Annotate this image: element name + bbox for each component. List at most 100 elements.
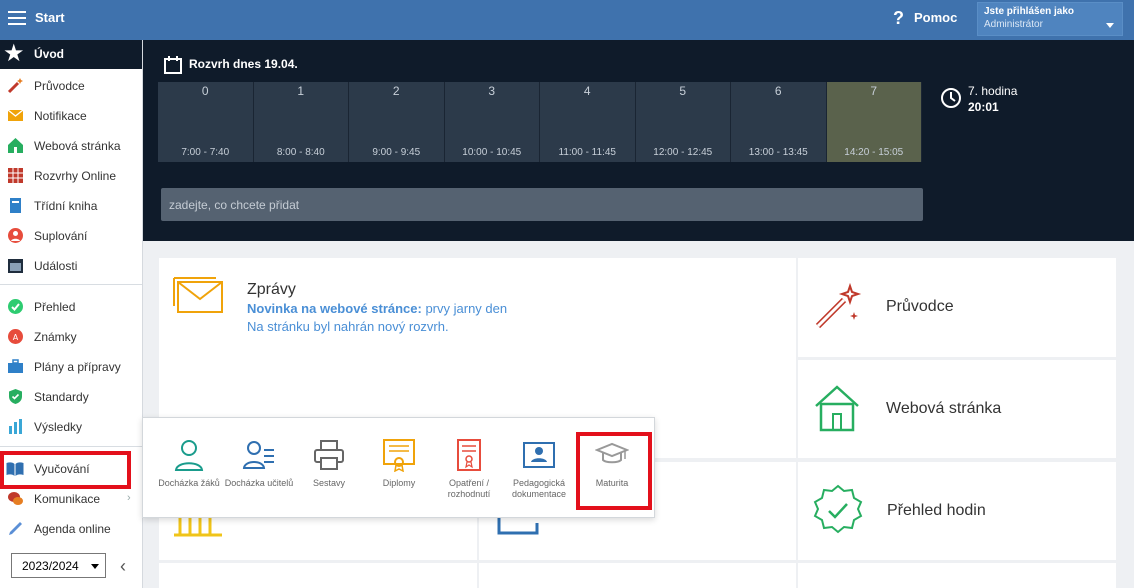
envelope-icon (173, 277, 223, 313)
sidebar-item-label: Webová stránka (34, 139, 121, 153)
period-number: 1 (297, 84, 305, 98)
printer-icon (314, 440, 344, 470)
user-label: Jste přihlášen jako (984, 6, 1075, 17)
submenu-item-label: Diplomy (382, 478, 416, 488)
sidebar-item-pruvodce[interactable]: Průvodce (0, 71, 142, 99)
today-schedule: Rozvrh dnes 19.04. 0 7:00 - 7:40 1 8:00 - … (143, 40, 1134, 241)
period-time: 9:00 - 9:45 (372, 147, 421, 158)
period-number: 6 (774, 84, 782, 98)
period-number: 0 (201, 84, 209, 98)
sidebar-item-label: Známky (34, 330, 77, 344)
star-icon: ★ (3, 40, 25, 67)
tile-bottom-middle[interactable] (479, 563, 796, 588)
period-number: 5 (679, 84, 687, 98)
magic-wand-icon (815, 282, 862, 329)
sidebar-item-vysledky[interactable]: Výsledky (0, 412, 142, 440)
sidebar-item-tridni-kniha[interactable]: Třídní kniha (0, 191, 142, 219)
book-icon (10, 198, 21, 213)
sidebar-item-udalosti[interactable]: Události (0, 251, 142, 279)
check-badge-icon (813, 484, 863, 534)
magic-wand-icon (7, 78, 23, 94)
message-link[interactable]: Na stránku byl nahrán nový rozvrh. (247, 319, 449, 334)
sidebar-item-rozvrhy-online[interactable]: Rozvrhy Online (0, 161, 142, 189)
school-year-value: 2023/2024 (22, 559, 79, 573)
message-source: Novinka na webové stránce: (247, 301, 422, 316)
calendar-icon (164, 56, 182, 74)
period-cell[interactable]: 3 10:00 - 10:45 (444, 82, 540, 162)
messages-title: Zprávy (247, 281, 296, 298)
chat-bubbles-icon (8, 492, 23, 505)
sidebar-item-label: Plány a přípravy (34, 360, 121, 374)
chevron-right-icon: › (127, 492, 131, 504)
sidebar-item-komunikace[interactable]: Komunikace › (0, 484, 142, 512)
menu-icon[interactable] (8, 11, 26, 25)
submenu-item-label: Docházka žáků (158, 478, 220, 488)
submenu-item-pedagogicka-dokumentace[interactable]: Pedagogická dokumentace (503, 438, 575, 500)
period-number: 2 (392, 84, 400, 98)
sidebar-item-prehled[interactable]: Přehled (0, 292, 142, 320)
period-cell[interactable]: 5 12:00 - 12:45 (635, 82, 731, 162)
sidebar-item-plany[interactable]: Plány a přípravy (0, 352, 142, 380)
period-time: 10:00 - 10:45 (462, 147, 522, 158)
tile-bottom-left[interactable] (159, 563, 477, 588)
sidebar-item-znamky[interactable]: A Známky (0, 322, 142, 350)
help-link[interactable]: Pomoc (914, 10, 957, 25)
document-icon (497, 515, 539, 535)
submenu-item-opatreni[interactable]: Opatření / rozhodnutí (433, 438, 505, 500)
message-link[interactable]: Novinka na webové stránce: prvy jarny de… (247, 301, 507, 316)
tile-title: Webová stránka (886, 400, 1002, 417)
calendar-icon (8, 259, 23, 273)
period-list: 0 7:00 - 7:40 1 8:00 - 8:40 2 9:00 - 9:45 3… (158, 82, 922, 162)
student-icon (174, 440, 204, 471)
svg-text:A: A (13, 333, 19, 342)
period-number: 7 (870, 84, 878, 98)
user-dropdown[interactable]: Jste přihlášen jako Administrátor (977, 2, 1123, 36)
collapse-sidebar-icon[interactable]: ‹ (120, 556, 126, 577)
school-year-select[interactable]: 2023/2024 (11, 553, 106, 578)
teacher-list-icon (242, 441, 274, 469)
sidebar-item-label: Agenda online (34, 522, 111, 536)
sidebar-item-label: Průvodce (34, 79, 85, 93)
shield-icon (9, 389, 22, 404)
submenu-item-dochazka-ucitelu[interactable]: Docházka učitelů (223, 438, 295, 489)
sidebar-item-webova-stranka[interactable]: Webová stránka (0, 131, 142, 159)
quick-add-input[interactable]: zadejte, co chcete přidat (161, 188, 923, 221)
pencil-icon (9, 522, 22, 535)
submenu-item-label: Opatření / rozhodnutí (447, 478, 491, 499)
sidebar-item-label: Rozvrhy Online (34, 169, 117, 183)
grade-icon: A (8, 329, 23, 344)
submenu-item-label: Docházka učitelů (224, 478, 294, 488)
app-title[interactable]: Start (35, 10, 65, 25)
caret-down-icon (1106, 23, 1114, 28)
vyucovani-submenu: Docházka žáků Docházka učitelů Sestavy D… (142, 417, 655, 518)
tile-bottom-right[interactable] (798, 563, 1116, 588)
sidebar-item-standardy[interactable]: Standardy (0, 382, 142, 410)
help-icon[interactable]: ? (893, 8, 904, 29)
sidebar-header[interactable]: ★ Úvod (0, 40, 142, 69)
submenu-item-dochazka-zaku[interactable]: Docházka žáků (153, 438, 225, 489)
sidebar-item-agenda-online[interactable]: Agenda online (0, 514, 142, 542)
period-cell[interactable]: 4 11:00 - 11:45 (540, 82, 636, 162)
period-cell[interactable]: 0 7:00 - 7:40 (158, 82, 254, 162)
divider (0, 284, 142, 285)
period-cell[interactable]: 1 8:00 - 8:40 (253, 82, 349, 162)
current-time: 20:01 (968, 100, 999, 114)
sidebar-item-suplovani[interactable]: Suplování (0, 221, 142, 249)
sidebar-item-notifikace[interactable]: Notifikace (0, 101, 142, 129)
message-text: prvy jarny den (421, 301, 508, 316)
period-time: 8:00 - 8:40 (276, 147, 325, 158)
tile-title: Přehled hodin (887, 502, 986, 519)
period-cell[interactable]: 2 9:00 - 9:45 (349, 82, 445, 162)
period-number: 3 (488, 84, 496, 98)
period-time: 13:00 - 13:45 (748, 147, 808, 158)
submenu-item-sestavy[interactable]: Sestavy (293, 438, 365, 489)
tile-title: Průvodce (886, 298, 954, 315)
period-cell-current[interactable]: 7 14:20 - 15:05 (826, 82, 922, 162)
period-number: 4 (583, 84, 591, 98)
decision-document-icon (457, 439, 481, 471)
top-bar: Start ? Pomoc Jste přihlášen jako Admini… (0, 0, 1134, 40)
sidebar-item-label: Notifikace (34, 109, 87, 123)
submenu-item-diplomy[interactable]: Diplomy (363, 438, 435, 489)
sidebar-header-label: Úvod (34, 47, 64, 61)
period-cell[interactable]: 6 13:00 - 13:45 (731, 82, 827, 162)
